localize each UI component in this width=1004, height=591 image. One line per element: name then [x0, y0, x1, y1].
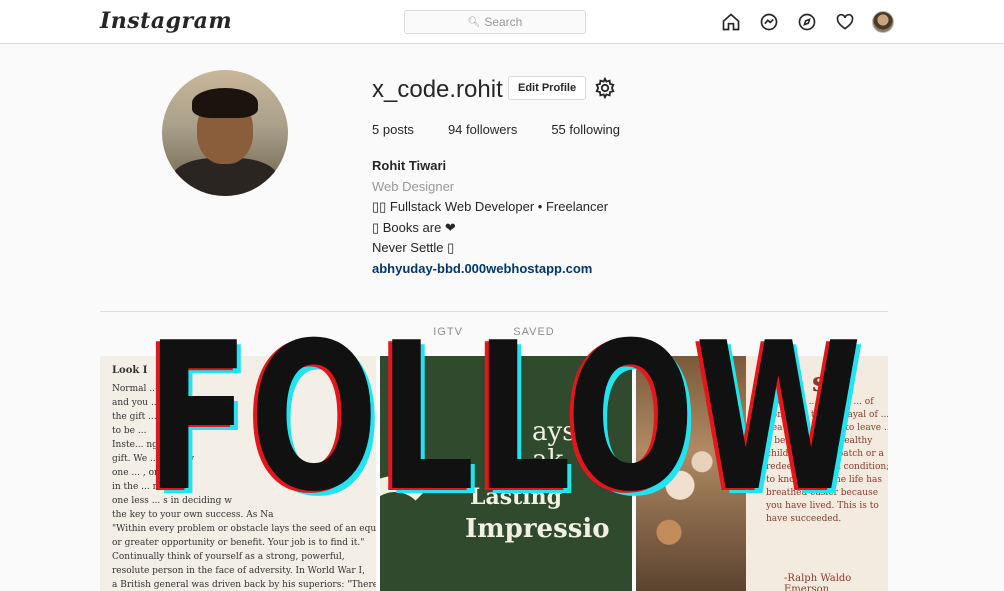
post-text-line: one ... , or valu — [112, 468, 181, 478]
website-link[interactable]: abhyuday-bbd.000webhostapp.com — [372, 259, 608, 280]
post-text-line: Normal ... — [112, 384, 158, 394]
post-text-line: Continually think of yourself as a stron… — [112, 552, 345, 562]
full-name: Rohit Tiwari — [372, 158, 447, 173]
avatar[interactable] — [872, 11, 894, 33]
profile-tabs: IGTV SAVED — [100, 326, 888, 338]
explore-icon[interactable] — [796, 11, 818, 33]
post-text-line: one less ... s in deciding w — [112, 496, 232, 506]
edit-profile-button[interactable]: Edit Profile — [508, 76, 587, 100]
post-text-line: gift. We ... , you w — [112, 454, 195, 464]
post-text-line: or greater opportunity or benefit. Your … — [112, 538, 365, 548]
post-tile-book[interactable]: Look I Normal ... and you ... the gift ...… — [100, 356, 376, 591]
post-text-line: in the ... rt — [112, 482, 161, 492]
followers-stat[interactable]: 94 followers — [448, 122, 517, 137]
following-stat[interactable]: 55 following — [551, 122, 620, 137]
search-input[interactable]: 🔍︎ Search — [404, 10, 586, 34]
gear-icon[interactable] — [594, 76, 616, 100]
post-subtitle: Lasting — [470, 484, 563, 510]
post-text-line: "Within every problem or obstacle lays t… — [112, 524, 376, 534]
home-icon[interactable] — [720, 11, 742, 33]
post-title: Look I — [112, 365, 148, 376]
post-text-line: and you ... — [112, 398, 160, 408]
post-tile-impressions[interactable]: ays ak Lasting Impressio — [380, 356, 632, 591]
messenger-icon[interactable] — [758, 11, 780, 33]
profile-bio: Rohit Tiwari Web Designer ▯▯ Fullstack W… — [372, 156, 608, 279]
search-placeholder: Search — [484, 15, 523, 29]
search-icon: 🔍︎ — [467, 16, 481, 28]
post-text: Normal ... and you ... the gift ... to be .… — [112, 382, 376, 591]
post-author: -Ralph Waldo Emerson — [784, 573, 852, 591]
post-text-line: a British general was driven back by his… — [112, 580, 376, 590]
post-text-line: the gift ... — [112, 412, 157, 422]
decorative-circle — [380, 476, 440, 566]
bio-line-1: ▯▯ Fullstack Web Developer • Freelancer — [372, 199, 609, 214]
divider — [100, 311, 888, 312]
post-text-line: Inste... ng on u — [112, 440, 181, 450]
instagram-logo[interactable]: Instagram — [100, 8, 232, 34]
posts-stat[interactable]: 5 posts — [372, 122, 414, 137]
svg-text:ak: ak — [532, 445, 564, 472]
bio-line-2: ▯ Books are ❤ — [372, 219, 456, 235]
svg-text:ays: ays — [532, 417, 576, 447]
profile-stats: 5 posts 94 followers 55 following — [372, 122, 620, 137]
bio-line-3: Never Settle ▯ — [372, 240, 455, 255]
post-heading: ays ak — [532, 417, 576, 472]
post-text-line: to be ... — [112, 426, 147, 436]
top-navbar: Instagram 🔍︎ Search — [0, 0, 1004, 44]
post-grid: Look I Normal ... and you ... the gift ...… — [100, 356, 888, 591]
post-quote: ... to win ... people ... of honest ... … — [766, 397, 888, 524]
post-headline: Impressio — [465, 514, 610, 544]
profile-username: x_code.rohit — [372, 76, 503, 103]
category-label: Web Designer — [372, 178, 455, 194]
post-text-line: resolute person in the face of adversity… — [112, 566, 365, 576]
post-title: s — [812, 368, 827, 398]
profile-picture[interactable] — [162, 70, 288, 196]
post-tile-quote[interactable]: s ... to win ... people ... of honest ..… — [636, 356, 888, 591]
tab-igtv[interactable]: IGTV — [433, 326, 473, 338]
flower-image — [636, 356, 746, 591]
tab-saved[interactable]: SAVED — [513, 326, 554, 338]
nav-icons — [720, 11, 894, 33]
post-text-line: the key to your own success. As Na — [112, 510, 274, 520]
heart-icon[interactable] — [834, 11, 856, 33]
